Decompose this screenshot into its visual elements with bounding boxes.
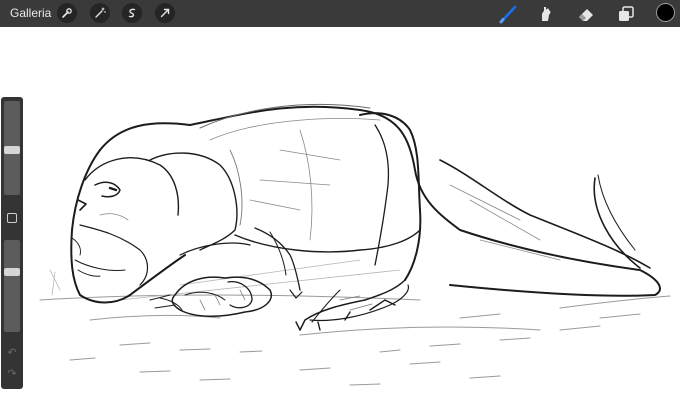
drawing-canvas[interactable] [0,27,680,415]
brush-sidebar: ↶ ↷ [1,97,23,389]
toolbar: Galleria [0,0,680,27]
color-picker-button[interactable] [656,3,675,22]
smudge-icon[interactable] [535,3,557,25]
layers-icon[interactable] [615,3,637,25]
modify-square-button[interactable] [7,213,17,223]
magic-wand-icon[interactable] [90,3,110,23]
wrench-icon[interactable] [57,3,77,23]
brush-size-knob[interactable] [4,146,20,154]
redo-arrow-icon[interactable]: ↷ [6,368,18,380]
transform-arrow-icon[interactable] [155,3,175,23]
gallery-button[interactable]: Galleria [10,6,51,20]
selection-icon[interactable] [122,3,142,23]
brush-icon[interactable] [497,3,519,25]
trex-sketch-artwork [39,103,671,386]
opacity-slider[interactable] [4,240,20,332]
brush-size-slider[interactable] [4,101,20,195]
undo-arrow-icon[interactable]: ↶ [6,347,18,359]
opacity-knob[interactable] [4,268,20,276]
eraser-icon[interactable] [575,3,597,25]
